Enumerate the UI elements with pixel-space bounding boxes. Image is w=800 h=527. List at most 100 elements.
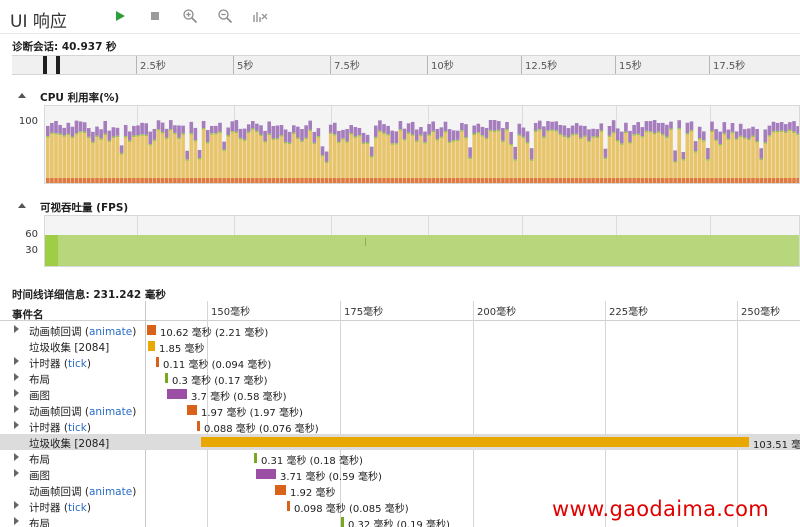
event-type-label: 垃圾收集 [2084] <box>29 438 110 450</box>
cpu-collapse-icon[interactable] <box>18 93 26 98</box>
event-row[interactable]: 动画帧回调 (animate) 10.62 毫秒 (2.21 毫秒) <box>0 322 800 339</box>
event-duration-bar[interactable] <box>256 469 276 479</box>
cpu-bar-segment <box>210 178 214 183</box>
fps-graph[interactable] <box>44 215 800 267</box>
ruler-selection-start[interactable] <box>43 56 47 74</box>
fps-collapse-icon[interactable] <box>18 203 26 208</box>
event-row[interactable]: 画图 3.71 毫秒 (0.59 毫秒) <box>0 466 800 483</box>
cpu-bar-segment <box>271 125 276 139</box>
cpu-bar-segment <box>648 131 653 133</box>
event-source-link[interactable]: tick <box>68 358 87 370</box>
event-row[interactable]: 计时器 (tick) 0.11 毫秒 (0.094 毫秒) <box>0 354 800 371</box>
event-source-link[interactable]: tick <box>68 502 87 514</box>
cpu-bar-segment <box>730 178 735 183</box>
expand-row-icon[interactable] <box>14 325 19 333</box>
event-duration-bar[interactable] <box>148 341 155 351</box>
event-row[interactable]: 动画帧回调 (animate) 1.97 毫秒 (1.97 毫秒) <box>0 402 800 419</box>
cpu-bar-segment <box>460 131 464 178</box>
cpu-bar-segment <box>497 131 501 178</box>
cpu-bar-segment <box>574 133 579 136</box>
cpu-bar-segment <box>46 137 50 178</box>
cpu-bar-segment <box>337 178 341 183</box>
cpu-bar-segment <box>648 132 653 178</box>
cpu-bar-segment <box>234 131 239 134</box>
expand-row-icon[interactable] <box>14 469 19 477</box>
clear-selection-button[interactable] <box>251 7 269 25</box>
cpu-bar-segment <box>324 161 329 164</box>
cpu-bar-segment <box>320 146 325 156</box>
cpu-bar-segment <box>550 178 554 183</box>
cpu-bar-segment <box>562 137 567 178</box>
cpu-graph[interactable] <box>44 105 800 184</box>
cpu-bar-segment <box>755 178 759 183</box>
ruler-selection-end[interactable] <box>56 56 60 74</box>
event-source-link[interactable]: animate <box>89 326 132 338</box>
cpu-bar-segment <box>779 132 784 178</box>
event-duration-bar[interactable] <box>197 421 200 431</box>
cpu-bar-segment <box>743 129 747 138</box>
cpu-bar-segment <box>460 122 464 131</box>
expand-row-icon[interactable] <box>14 501 19 509</box>
play-button[interactable] <box>111 7 129 25</box>
cpu-bar-segment <box>488 178 493 183</box>
stop-button[interactable] <box>146 7 164 25</box>
event-row[interactable]: 动画帧回调 (animate) 1.92 毫秒 <box>0 482 800 499</box>
cpu-bar-segment <box>722 178 727 183</box>
cpu-bar-segment <box>357 127 362 136</box>
cpu-bar-segment <box>263 141 267 143</box>
event-row[interactable]: 垃圾收集 [2084] 103.51 毫秒 <box>0 434 800 451</box>
event-duration-bar[interactable] <box>287 501 290 511</box>
cpu-bar-segment <box>50 122 54 133</box>
cpu-bar-segment <box>480 135 485 137</box>
event-duration-bar[interactable] <box>165 373 168 383</box>
cpu-bar-segment <box>222 149 226 152</box>
expand-row-icon[interactable] <box>14 389 19 397</box>
event-duration-bar[interactable] <box>254 453 257 463</box>
cpu-bar-segment <box>570 135 575 178</box>
event-duration-bar[interactable] <box>167 389 187 399</box>
cpu-bar-segment <box>169 120 173 130</box>
zoom-in-button[interactable] <box>181 7 199 25</box>
expand-row-icon[interactable] <box>14 373 19 381</box>
cpu-bar-segment <box>513 160 517 178</box>
cpu-bar-segment <box>673 178 677 183</box>
event-duration-bar[interactable] <box>201 437 749 447</box>
event-source-link[interactable]: tick <box>68 422 87 434</box>
cpu-bar-segment <box>394 143 399 145</box>
cpu-bar-segment <box>386 134 390 136</box>
expand-row-icon[interactable] <box>14 453 19 461</box>
event-duration-bar[interactable] <box>341 517 344 527</box>
cpu-bar-segment <box>620 131 624 144</box>
cpu-bar-segment <box>689 129 694 132</box>
cpu-bar-segment <box>357 135 362 137</box>
event-name-column-header[interactable]: 事件名 <box>12 307 44 322</box>
expand-row-icon[interactable] <box>14 517 19 525</box>
expand-row-icon[interactable] <box>14 405 19 413</box>
event-duration-bar[interactable] <box>156 357 159 367</box>
cpu-bar-segment <box>784 124 788 132</box>
cpu-bar-segment <box>603 178 608 183</box>
event-row[interactable]: 画图 3.7 毫秒 (0.58 毫秒) <box>0 386 800 403</box>
cpu-bar-segment <box>140 134 144 136</box>
cpu-bar-segment <box>234 120 239 132</box>
event-row[interactable]: 垃圾收集 [2084] 1.85 毫秒 <box>0 338 800 355</box>
event-row[interactable]: 布局 0.3 毫秒 (0.17 毫秒) <box>0 370 800 387</box>
event-source-link[interactable]: animate <box>89 486 132 498</box>
cpu-bar-segment <box>661 135 665 178</box>
event-duration-bar[interactable] <box>147 325 156 335</box>
zoom-out-button[interactable] <box>216 7 234 25</box>
expand-row-icon[interactable] <box>14 357 19 365</box>
expand-row-icon[interactable] <box>14 421 19 429</box>
cpu-bar-segment <box>550 129 554 132</box>
session-ruler[interactable]: 2.5秒 5秒 7.5秒 10秒 12.5秒 15秒 17.5秒 <box>12 55 800 75</box>
cpu-bar-segment <box>193 127 198 141</box>
event-source-link[interactable]: animate <box>89 406 132 418</box>
cpu-bar-segment <box>562 135 567 138</box>
cpu-bar-segment <box>439 127 444 137</box>
cpu-bar-segment <box>702 141 706 178</box>
event-duration-bar[interactable] <box>275 485 286 495</box>
cpu-bar-segment <box>242 140 247 178</box>
event-row[interactable]: 计时器 (tick) 0.088 毫秒 (0.076 毫秒) <box>0 418 800 435</box>
event-row[interactable]: 布局 0.31 毫秒 (0.18 毫秒) <box>0 450 800 467</box>
event-duration-bar[interactable] <box>187 405 197 415</box>
